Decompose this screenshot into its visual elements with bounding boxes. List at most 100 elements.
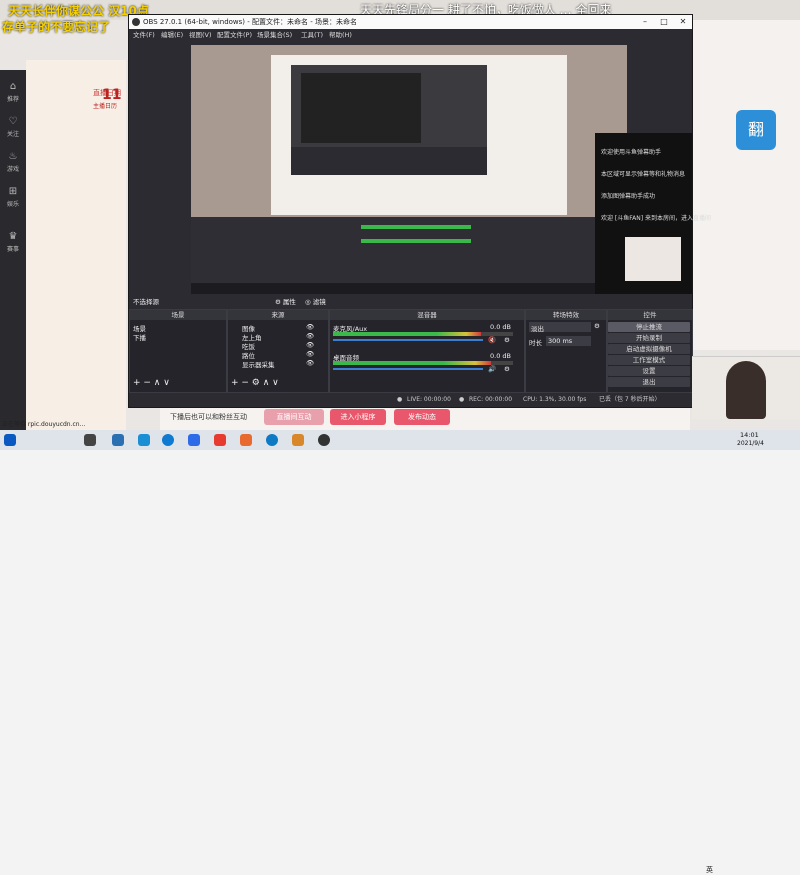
rec-indicator-icon: ● (459, 396, 465, 403)
windows-taskbar: 英 (0, 430, 800, 874)
transition-select[interactable]: 淡出 (529, 322, 591, 333)
browser-icon[interactable] (162, 434, 174, 446)
transitions-header: 转场特效 (526, 310, 606, 320)
danmu-comment: 存单子的不要忘记了 (2, 20, 111, 34)
clock-date[interactable]: 2021/9/4 (737, 440, 764, 447)
live-calendar-label: 主播日历 (93, 103, 118, 110)
clock-time[interactable]: 14:01 (740, 431, 759, 439)
desktop-settings-icon[interactable]: ⚙ (504, 365, 510, 373)
gamepad-icon: ⊞ (8, 186, 18, 197)
transition-settings-icon[interactable]: ⚙ (594, 322, 600, 330)
app-icon[interactable] (214, 434, 226, 446)
scenes-dock: 场景 场景 下播 + − ∧ ∨ (129, 309, 227, 393)
left-rail: ⌂ 推荐 ♡ 关注 ♨ 游戏 ⊞ 娱乐 ♛ 赛事 (0, 70, 26, 430)
overlay-message: 添加图弹幕助手成功 (601, 193, 656, 200)
mini-program-button[interactable]: 进入小程序 (330, 409, 386, 425)
settings-button[interactable]: 设置 (608, 366, 690, 376)
stop-streaming-button[interactable]: 停止推流 (608, 322, 690, 332)
right-banner: 翻 (690, 20, 800, 350)
sources-dock: 来源 图像 左上角 吃饭 路位 显示器采集 👁 👁 👁 👁 👁 + − ⚙ ∧ … (227, 309, 329, 393)
speaker-icon[interactable]: 🔊 (488, 365, 496, 373)
trophy-icon: ♛ (8, 231, 18, 242)
properties-button[interactable]: ⚙ 属性 (275, 296, 296, 306)
nested-obs-docks (191, 217, 627, 283)
overlay-message: 欢迎 [斗鱼FAN] 来到本房间，进入直播间 (601, 215, 711, 222)
app-icon[interactable] (240, 434, 252, 446)
nested-meter (361, 225, 471, 229)
menu-bar: 文件(F) 编辑(E) 视图(V) 配置文件(P) 场景集合(S) 工具(T) … (129, 29, 692, 41)
maximize-icon[interactable]: □ (655, 15, 673, 29)
rail-item-recommend[interactable]: ⌂ 推荐 (0, 80, 26, 106)
studio-mode-button[interactable]: 工作室模式 (608, 355, 690, 365)
controls-dock: 控件 停止推流 开始录制 启动虚拟摄像机 工作室模式 设置 退出 (607, 309, 693, 393)
window-title: OBS 27.0.1 (64-bit, windows) - 配置文件：未命名 … (143, 18, 357, 26)
eye-icon[interactable]: 👁 (306, 332, 314, 340)
duration-input[interactable]: 300 ms (546, 336, 591, 346)
minimize-icon[interactable]: – (636, 15, 654, 29)
rail-item-entertain[interactable]: ⊞ 娱乐 (0, 185, 26, 211)
rail-item-games[interactable]: ♨ 游戏 (0, 150, 26, 176)
close-icon[interactable]: ✕ (674, 15, 692, 29)
live-indicator-icon: ● (397, 396, 403, 403)
eye-icon[interactable]: 👁 (306, 323, 314, 331)
flame-icon: ♨ (8, 151, 18, 162)
eye-icon[interactable]: 👁 (306, 341, 314, 349)
no-source-label: 不选择源 (133, 298, 159, 306)
app-icon[interactable] (292, 434, 304, 446)
obs-icon[interactable] (318, 434, 330, 446)
exit-button[interactable]: 退出 (608, 377, 690, 387)
obs-window: OBS 27.0.1 (64-bit, windows) - 配置文件：未命名 … (128, 14, 711, 408)
edge-icon[interactable] (266, 434, 278, 446)
menu-file[interactable]: 文件(F) (133, 29, 155, 41)
interact-button[interactable]: 直播间互动 (264, 409, 324, 425)
scene-list-controls[interactable]: + − ∧ ∨ (133, 378, 170, 388)
explorer-icon[interactable] (112, 434, 124, 446)
task-view-icon[interactable] (84, 434, 96, 446)
scene-item[interactable]: 下播 (133, 332, 146, 342)
desktop-volume-slider[interactable] (333, 368, 483, 370)
overlay-webcam (625, 237, 681, 281)
start-recording-button[interactable]: 开始录制 (608, 333, 690, 343)
source-toolbar: 不选择源 ⚙ 属性 ◎ 滤镜 (129, 294, 692, 307)
menu-view[interactable]: 视图(V) (189, 29, 212, 41)
input-language[interactable]: 英 (706, 865, 713, 875)
nested-panels (291, 147, 487, 175)
virtual-camera-button[interactable]: 启动虚拟摄像机 (608, 344, 690, 354)
eye-icon[interactable]: 👁 (306, 359, 314, 367)
mic-muted-icon[interactable]: 🔇 (488, 336, 496, 344)
mic-volume-slider[interactable] (333, 339, 483, 341)
menu-profile[interactable]: 配置文件(P) (217, 29, 252, 41)
menu-edit[interactable]: 编辑(E) (161, 29, 183, 41)
duration-label: 时长 (529, 339, 542, 347)
rail-item-events[interactable]: ♛ 赛事 (0, 230, 26, 256)
publish-button[interactable]: 发布动态 (394, 409, 450, 425)
rec-time: REC: 00:00:00 (469, 396, 513, 403)
nested-obs-window (291, 65, 487, 175)
overlay-message: 本区域可显示弹幕等和礼物消息 (601, 171, 686, 178)
transitions-dock: 转场特效 淡出 ⚙ 时长 300 ms (525, 309, 607, 393)
eye-icon[interactable]: 👁 (306, 350, 314, 358)
obs-title-bar: OBS 27.0.1 (64-bit, windows) - 配置文件：未命名 … (129, 15, 692, 29)
start-icon[interactable] (4, 434, 16, 446)
sources-header: 来源 (228, 310, 328, 320)
home-icon: ⌂ (9, 81, 17, 92)
rail-item-follow[interactable]: ♡ 关注 (0, 115, 26, 141)
source-list-controls[interactable]: + − ⚙ ∧ ∨ (231, 378, 279, 388)
preview-canvas[interactable] (191, 45, 627, 297)
live-time: LIVE: 00:00:00 (407, 396, 451, 403)
audio-mixer-dock: 混音器 麦克风/Aux 0.0 dB 🔇 ⚙ 桌面音频 0.0 dB 🔊 ⚙ (329, 309, 525, 393)
bottom-hint-text: 下播后也可以和粉丝互动 (170, 413, 247, 421)
mic-settings-icon[interactable]: ⚙ (504, 336, 510, 344)
menu-tools[interactable]: 工具(T) (301, 29, 323, 41)
overlay-message: 欢迎使用斗鱼弹幕助手 (601, 149, 662, 156)
menu-help[interactable]: 帮助(H) (329, 29, 352, 41)
mixer-header: 混音器 (330, 310, 524, 320)
mic-level: 0.0 dB (490, 323, 511, 331)
menu-scene-collection[interactable]: 场景集合(S) (257, 29, 292, 41)
app-icon[interactable] (138, 434, 150, 446)
filters-button[interactable]: ◎ 滤镜 (305, 296, 326, 306)
scenes-header: 场景 (130, 310, 226, 320)
source-item[interactable]: 显示器采集 (242, 359, 275, 369)
douyu-icon[interactable] (188, 434, 200, 446)
desktop-level: 0.0 dB (490, 352, 511, 360)
